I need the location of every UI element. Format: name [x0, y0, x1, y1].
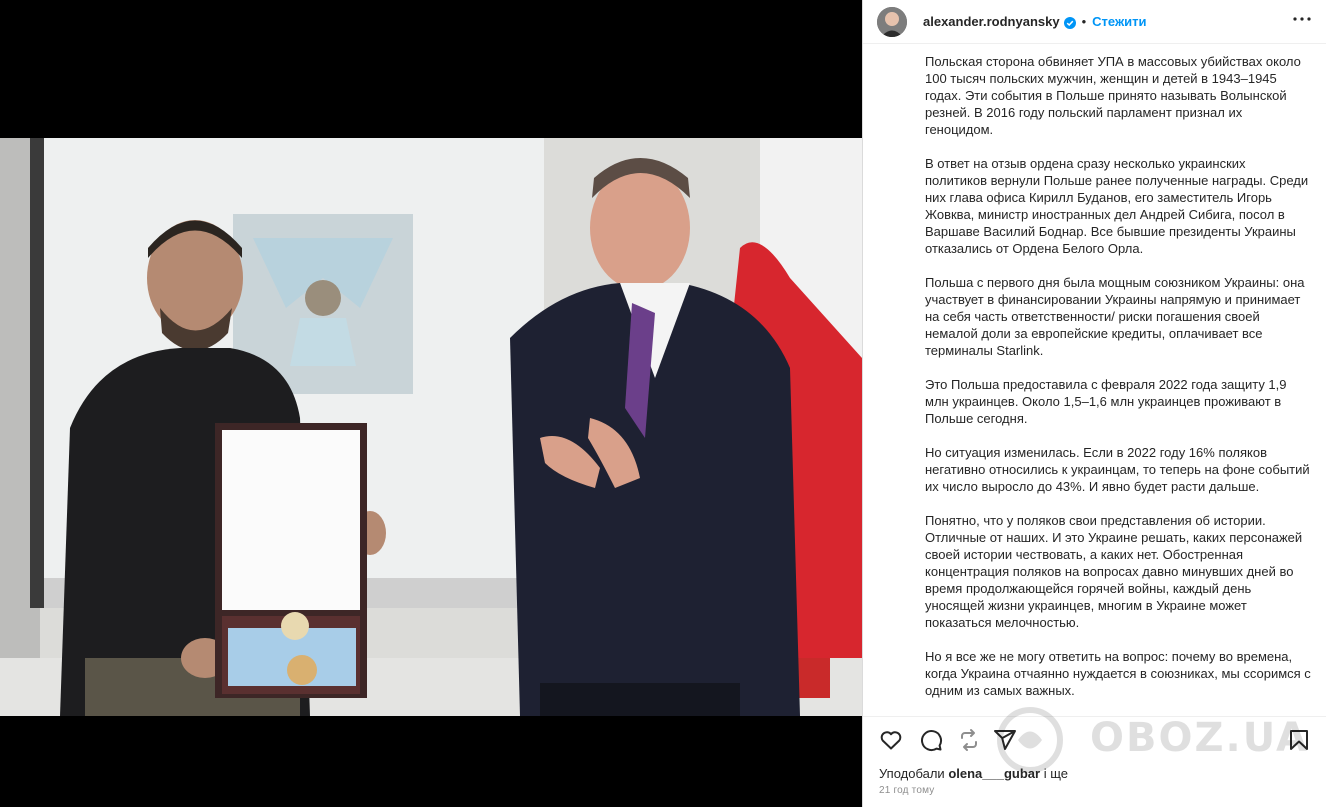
post-timestamp[interactable]: 21 год тому	[879, 785, 935, 796]
post-media	[0, 0, 862, 807]
caption-paragraph: Но ситуация изменилась. Если в 2022 году…	[925, 445, 1310, 494]
post-photo	[0, 138, 862, 716]
post-header: alexander.rodnyansky • Стежити	[863, 0, 1326, 44]
post-actions	[879, 728, 1311, 752]
verified-badge-icon	[1063, 16, 1076, 29]
bookmark-icon[interactable]	[1287, 728, 1311, 752]
header-separator: •	[1081, 14, 1087, 29]
caption-paragraph: Это Польша предоставила с февраля 2022 г…	[925, 377, 1287, 426]
repost-icon[interactable]	[957, 728, 981, 752]
follow-button[interactable]: Стежити	[1092, 14, 1146, 29]
avatar-image	[877, 6, 907, 37]
post-sidebar: alexander.rodnyansky • Стежити Польская …	[862, 0, 1326, 807]
instagram-post-modal: alexander.rodnyansky • Стежити Польская …	[0, 0, 1326, 807]
more-options-icon[interactable]	[1292, 9, 1312, 34]
caption-paragraph: Но я все же не могу ответить на вопрос: …	[925, 649, 1311, 698]
caption-paragraph: Польша с первого дня была мощным союзник…	[925, 275, 1305, 358]
avatar[interactable]	[877, 6, 907, 37]
photo-illustration	[0, 138, 862, 716]
actions-divider	[863, 716, 1326, 717]
likes-user-link[interactable]: olena___gubar	[948, 766, 1040, 781]
caption-paragraph: В ответ на отзыв ордена сразу несколько …	[925, 156, 1309, 256]
caption-paragraph: Понятно, что у поляков свои представлени…	[925, 513, 1303, 630]
share-icon[interactable]	[993, 728, 1017, 752]
caption-paragraph: Польская сторона обвиняет УПА в массовых…	[925, 54, 1301, 137]
post-caption: Польская сторона обвиняет УПА в массовых…	[925, 53, 1311, 715]
username-link[interactable]: alexander.rodnyansky	[923, 14, 1060, 29]
likes-suffix[interactable]: і ще	[1040, 766, 1068, 781]
comment-icon[interactable]	[919, 728, 943, 752]
likes-line: Уподобали olena___gubar і ще	[879, 766, 1068, 781]
heart-icon[interactable]	[879, 728, 903, 752]
likes-prefix: Уподобали	[879, 766, 949, 781]
